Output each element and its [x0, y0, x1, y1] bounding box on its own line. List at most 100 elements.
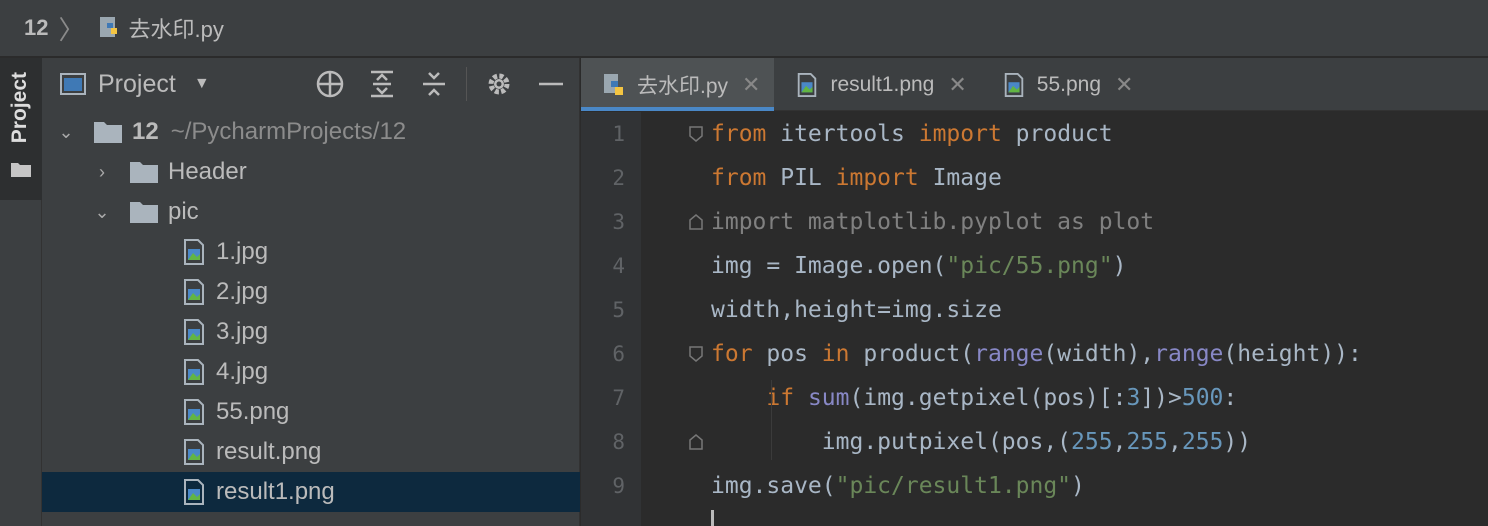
code-token: (width),: [1043, 341, 1155, 367]
tree-file-row[interactable]: result1.png: [42, 472, 580, 512]
code-text: import matplotlib.pyplot as plot: [711, 209, 1154, 235]
editor-tab-label: 55.png: [1036, 72, 1102, 96]
code-text: img.putpixel(pos,(255,255,255)): [711, 429, 1251, 455]
tree-file-row[interactable]: 1.jpg: [42, 232, 580, 272]
chevron-down-icon[interactable]: ⌄: [92, 202, 112, 223]
expand-all-button[interactable]: [366, 68, 398, 100]
editor-tab[interactable]: result1.png ✕: [774, 58, 980, 111]
code-token: import: [918, 121, 1002, 147]
code-token: pos: [752, 341, 822, 367]
text-caret: [711, 510, 714, 526]
code-line: 8 img.putpixel(pos,(255,255,255)): [581, 420, 1488, 464]
breadcrumb-project[interactable]: 12: [24, 15, 48, 41]
chevron-down-icon[interactable]: ⌄: [56, 122, 76, 143]
tree-folder-row[interactable]: ⌄ pic: [42, 192, 580, 232]
project-tool-tab[interactable]: Project: [0, 58, 42, 200]
code-token: 500: [1181, 385, 1224, 411]
fold-marker-icon[interactable]: [689, 214, 703, 230]
project-tree: ⌄ 12 ~/PycharmProjects/12 › Header ⌄ pic 1.jpg 2…: [42, 112, 580, 512]
code-token: 255: [1181, 429, 1224, 455]
collapse-all-icon: [423, 72, 445, 96]
tree-item-label: 1.jpg: [216, 238, 269, 265]
code-token: )): [1223, 429, 1252, 455]
code-token: range: [974, 341, 1044, 367]
code-area[interactable]: 1 from itertools import product 2 from PIL …: [581, 112, 1488, 526]
locate-button[interactable]: [314, 68, 346, 100]
code-token: PIL: [766, 165, 836, 191]
image-file-icon: [184, 319, 204, 345]
gear-icon: [488, 73, 510, 95]
tree-item-label: 55.png: [216, 398, 290, 425]
line-number: 6: [612, 342, 625, 366]
tree-folder-row[interactable]: › Header: [42, 152, 580, 192]
line-number: 1: [612, 122, 625, 146]
ide-window: 12 〉 去水印.py Project Project ▼ ⌄ 12 ~/Pyc…: [0, 0, 1488, 526]
image-file-icon: [184, 439, 204, 465]
code-token: (height)):: [1223, 341, 1362, 367]
image-file-icon: [1004, 72, 1024, 97]
tree-file-row[interactable]: 2.jpg: [42, 272, 580, 312]
fold-marker-icon[interactable]: [689, 434, 703, 450]
code-line: 7 if sum(img.getpixel(pos)[:3])>500:: [581, 376, 1488, 420]
left-tool-strip: Project: [0, 58, 42, 526]
line-number: 2: [612, 166, 625, 190]
collapse-all-button[interactable]: [418, 68, 450, 100]
breadcrumb-file[interactable]: 去水印.py: [129, 12, 224, 44]
project-view-selector[interactable]: Project ▼: [60, 70, 210, 99]
tree-file-row[interactable]: 55.png: [42, 392, 580, 432]
line-number: 5: [612, 298, 625, 322]
python-icon: [99, 17, 117, 37]
code-token: import matplotlib.pyplot as plot: [711, 209, 1155, 235]
editor-tab-label: 去水印.py: [637, 74, 729, 98]
code-line: 4 img = Image.open("pic/55.png"): [581, 244, 1488, 288]
tree-item-label: 4.jpg: [216, 358, 269, 385]
editor-tab[interactable]: 去水印.py ✕: [581, 58, 775, 111]
code-token: ,: [1112, 429, 1127, 455]
code-token: img.save(: [711, 473, 836, 499]
tree-item-label: pic: [168, 198, 199, 225]
image-file-icon: [184, 359, 204, 385]
line-number: 9: [612, 474, 625, 498]
code-token: (img.getpixel(pos)[:: [849, 385, 1127, 411]
editor-tab[interactable]: 55.png ✕: [981, 58, 1148, 111]
code-token: itertools: [766, 121, 919, 147]
tree-folder-row[interactable]: ⌄ 12 ~/PycharmProjects/12: [42, 112, 580, 152]
fold-marker-icon[interactable]: [689, 346, 703, 362]
settings-button[interactable]: [483, 68, 515, 100]
code-token: Image: [918, 165, 1002, 191]
tree-file-row[interactable]: 4.jpg: [42, 352, 580, 392]
code-text: from itertools import product: [711, 121, 1113, 147]
line-number: 3: [612, 210, 625, 234]
chevron-right-icon[interactable]: ›: [92, 162, 112, 183]
tree-item-label: 3.jpg: [216, 318, 269, 345]
code-token: img.putpixel(pos,(: [711, 429, 1072, 455]
close-icon[interactable]: ✕: [948, 72, 966, 98]
image-file-icon: [184, 279, 204, 305]
line-number: 8: [612, 430, 625, 454]
hide-panel-button[interactable]: [535, 68, 567, 100]
code-text: if sum(img.getpixel(pos)[:3])>500:: [711, 385, 1237, 411]
close-icon[interactable]: ✕: [742, 72, 760, 98]
code-line: 3 import matplotlib.pyplot as plot: [581, 200, 1488, 244]
tree-file-row[interactable]: 3.jpg: [42, 312, 580, 352]
code-text: img = Image.open("pic/55.png"): [711, 253, 1126, 279]
tree-item-label: result1.png: [216, 478, 335, 505]
image-file-icon: [184, 239, 204, 265]
window-icon: [60, 73, 86, 95]
tree-item-label: 12: [132, 118, 159, 145]
close-icon[interactable]: ✕: [1115, 72, 1133, 98]
code-token: product(: [849, 341, 975, 367]
fold-marker-icon[interactable]: [689, 126, 703, 142]
code-text: img.save("pic/result1.png"): [711, 473, 1085, 499]
project-panel: Project ▼ ⌄ 12 ~/PycharmProjects/12 › He…: [42, 58, 580, 526]
code-token: 3: [1126, 385, 1141, 411]
python-icon: [604, 73, 623, 95]
tree-file-row[interactable]: result.png: [42, 432, 580, 472]
project-panel-title: Project: [98, 69, 176, 98]
project-tool-label: Project: [8, 72, 31, 144]
image-file-icon: [184, 399, 204, 425]
folder-icon: [11, 163, 31, 177]
breadcrumb-separator: 〉: [58, 14, 85, 45]
code-token: from: [711, 121, 767, 147]
code-token: ,: [1167, 429, 1182, 455]
